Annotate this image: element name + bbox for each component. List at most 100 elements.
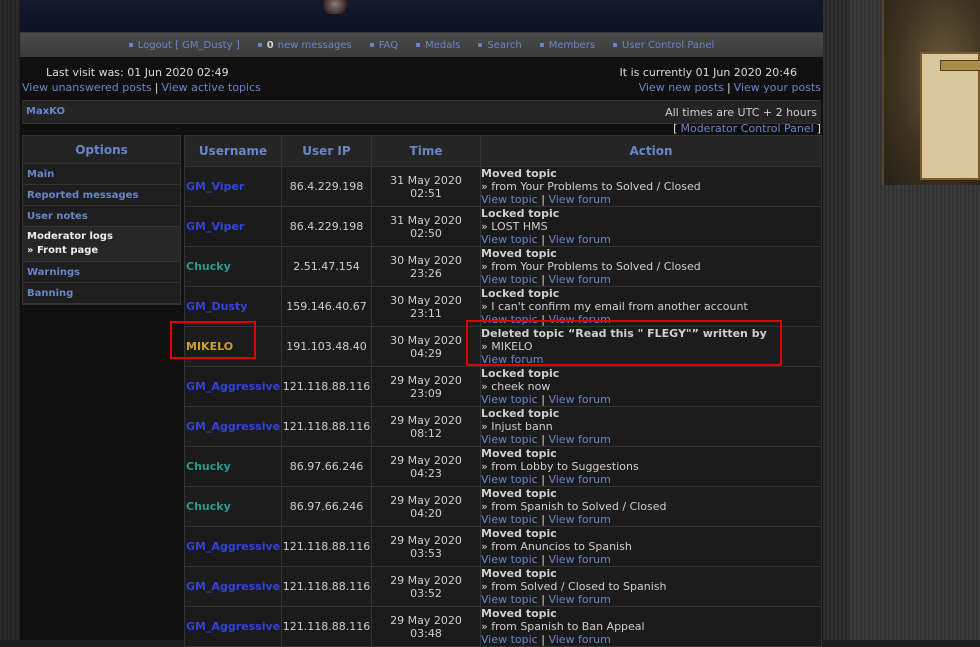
options-title: Options xyxy=(23,136,180,164)
options-item[interactable]: Main xyxy=(23,164,180,185)
log-action: Moved topic» from Spanish to Solved / Cl… xyxy=(480,486,822,527)
nav-ucp[interactable]: User Control Panel xyxy=(613,40,714,51)
nav-logout-label[interactable]: Logout [ GM_Dusty ] xyxy=(138,40,240,51)
active-topics-link[interactable]: View active topics xyxy=(161,81,260,94)
user-ip: 86.4.229.198 xyxy=(281,206,372,247)
view-forum-link[interactable]: View forum xyxy=(548,233,610,246)
log-date: 30 May 2020 xyxy=(390,253,462,267)
log-time: 29 May 2020 08:12 xyxy=(371,406,481,447)
username-link[interactable]: GM_Aggressive xyxy=(184,526,282,567)
options-item-active[interactable]: Moderator logs » Front page xyxy=(23,227,180,262)
log-clock: 23:26 xyxy=(410,266,442,280)
view-forum-link[interactable]: View forum xyxy=(548,593,610,606)
view-forum-link[interactable]: View forum xyxy=(548,513,610,526)
view-topic-link[interactable]: View topic xyxy=(482,553,538,566)
nav-medals-label[interactable]: Medals xyxy=(425,40,460,51)
username-link[interactable]: GM_Aggressive xyxy=(184,566,282,607)
link-separator: | xyxy=(537,513,549,526)
col-user-ip[interactable]: User IP xyxy=(281,135,372,167)
user-ip: 2.51.47.154 xyxy=(281,246,372,287)
action-title: Moved topic xyxy=(481,167,557,181)
log-date: 29 May 2020 xyxy=(390,613,462,627)
page-background-left xyxy=(0,0,20,640)
moderator-control-panel-link[interactable]: Moderator Control Panel xyxy=(680,122,813,135)
action-links: View topic | View forum xyxy=(482,513,821,526)
nav-messages-label[interactable]: new messages xyxy=(278,40,352,51)
log-date: 29 May 2020 xyxy=(390,533,462,547)
log-clock: 08:12 xyxy=(410,426,442,440)
username-link[interactable]: Chucky xyxy=(184,246,282,287)
user-ip: 121.118.88.116 xyxy=(281,366,372,407)
options-sidebar: Options Main Reported messages User notes M… xyxy=(22,135,181,305)
view-forum-link[interactable]: View forum xyxy=(548,273,610,286)
user-ip: 121.118.88.116 xyxy=(281,606,372,647)
username-link[interactable]: GM_Aggressive xyxy=(184,606,282,647)
username-link[interactable]: GM_Viper xyxy=(184,206,282,247)
view-topic-link[interactable]: View topic xyxy=(482,433,538,446)
log-date: 31 May 2020 xyxy=(390,173,462,187)
table-row: GM_Aggressive 121.118.88.116 29 May 2020 03… xyxy=(184,566,822,607)
log-action: Moved topic» from Your Problems to Solve… xyxy=(480,246,822,287)
log-date: 29 May 2020 xyxy=(390,413,462,427)
username-link[interactable]: GM_Viper xyxy=(184,166,282,207)
table-row: Chucky 86.97.66.246 29 May 2020 04:20 Moved … xyxy=(184,486,822,527)
action-detail: » from Solved / Closed to Spanish xyxy=(481,580,667,593)
action-links: View topic | View forum xyxy=(482,473,821,486)
col-username[interactable]: Username xyxy=(184,135,282,167)
action-detail: » from Anuncios to Spanish xyxy=(481,540,632,553)
unanswered-posts-link[interactable]: View unanswered posts xyxy=(22,81,152,94)
options-item[interactable]: Banning xyxy=(23,283,180,304)
username-link[interactable]: GM_Aggressive xyxy=(184,366,282,407)
link-separator: | xyxy=(537,273,549,286)
last-visit-text: Last visit was: 01 Jun 2020 02:49 xyxy=(46,66,229,79)
username-link[interactable]: Chucky xyxy=(184,446,282,487)
log-clock: 04:20 xyxy=(410,506,442,520)
username-link[interactable]: GM_Aggressive xyxy=(184,406,282,447)
username-link[interactable]: Chucky xyxy=(184,486,282,527)
options-item[interactable]: Reported messages xyxy=(23,185,180,206)
link-separator: | xyxy=(537,233,549,246)
active-section-sub[interactable]: » Front page xyxy=(27,244,180,258)
highlight-box-username xyxy=(170,321,256,359)
nav-search[interactable]: Search xyxy=(478,40,522,51)
link-separator: | xyxy=(537,193,549,206)
view-topic-link[interactable]: View topic xyxy=(482,473,538,486)
view-forum-link[interactable]: View forum xyxy=(548,473,610,486)
nav-faq-label[interactable]: FAQ xyxy=(379,40,398,51)
view-forum-link[interactable]: View forum xyxy=(548,393,610,406)
new-posts-link[interactable]: View new posts xyxy=(639,81,724,94)
view-forum-link[interactable]: View forum xyxy=(548,553,610,566)
nav-messages[interactable]: 0 new messages xyxy=(257,40,352,51)
nav-members[interactable]: Members xyxy=(539,40,595,51)
link-separator: | xyxy=(726,81,731,94)
view-topic-link[interactable]: View topic xyxy=(482,593,538,606)
breadcrumb-site-link[interactable]: MaxKO xyxy=(26,106,65,117)
log-date: 29 May 2020 xyxy=(390,453,462,467)
view-topic-link[interactable]: View topic xyxy=(482,513,538,526)
nav-logout[interactable]: Logout [ GM_Dusty ] xyxy=(128,40,240,51)
view-topic-link[interactable]: View topic xyxy=(482,273,538,286)
options-item[interactable]: User notes xyxy=(23,206,180,227)
view-topic-link[interactable]: View topic xyxy=(482,233,538,246)
nav-search-label[interactable]: Search xyxy=(487,40,521,51)
current-time-text: It is currently 01 Jun 2020 20:46 xyxy=(619,66,797,79)
nav-faq[interactable]: FAQ xyxy=(369,40,398,51)
view-forum-link[interactable]: View forum xyxy=(548,193,610,206)
bullet-icon xyxy=(416,43,421,47)
nav-ucp-label[interactable]: User Control Panel xyxy=(622,40,714,51)
view-forum-link[interactable]: View forum xyxy=(548,433,610,446)
col-time[interactable]: Time xyxy=(371,135,481,167)
action-title: Locked topic xyxy=(481,287,560,301)
action-links: View topic | View forum xyxy=(482,193,821,206)
log-clock: 03:48 xyxy=(410,626,442,640)
view-topic-link[interactable]: View topic xyxy=(482,193,538,206)
view-topic-link[interactable]: View topic xyxy=(482,393,538,406)
action-detail: » from Spanish to Solved / Closed xyxy=(481,500,667,513)
log-action: Locked topic» LOST HMS View topic | View … xyxy=(480,206,822,247)
nav-medals[interactable]: Medals xyxy=(416,40,460,51)
action-detail: » from Spanish to Ban Appeal xyxy=(481,620,645,633)
your-posts-link[interactable]: View your posts xyxy=(734,81,821,94)
nav-members-label[interactable]: Members xyxy=(549,40,595,51)
options-item[interactable]: Warnings xyxy=(23,262,180,283)
action-title: Moved topic xyxy=(481,447,557,461)
